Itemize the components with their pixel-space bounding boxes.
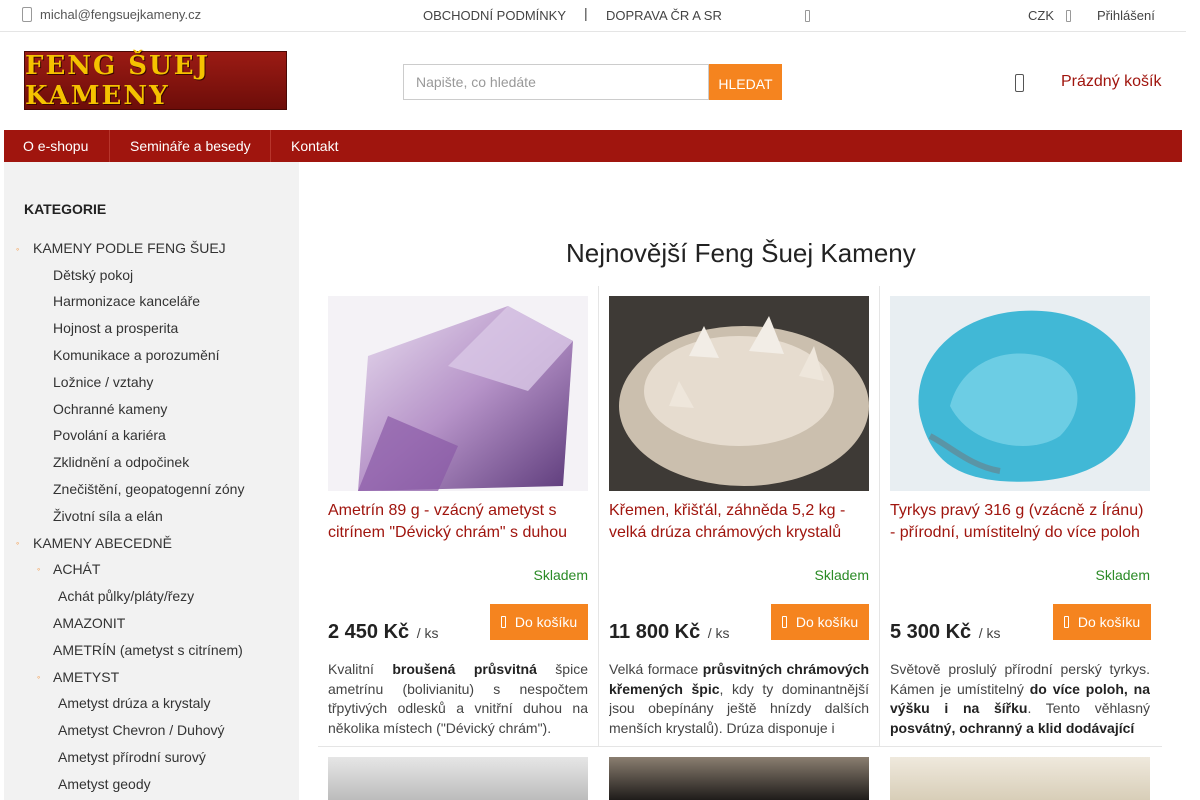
cart-icon — [781, 616, 787, 628]
email-text[interactable]: michal@fengsuejkameny.cz — [40, 7, 201, 22]
nav-item-contact[interactable]: Kontakt — [291, 138, 338, 154]
phone-icon — [22, 7, 32, 22]
page-title: Nejnovější Feng Šuej Kameny — [566, 238, 916, 268]
sidebar-item[interactable]: Ametyst Chevron / Duhový — [58, 722, 225, 738]
desc-text: . Tento věhlasný — [1027, 700, 1150, 716]
logo-text: FENG ŠUEJ KAMENY — [25, 50, 210, 111]
price-unit: / ks — [978, 625, 1001, 641]
sidebar-title: KATEGORIE — [24, 201, 107, 217]
search-button[interactable]: HLEDAT — [709, 64, 782, 100]
price-unit: / ks — [707, 625, 730, 641]
product-price: 5 300 Kč / ks — [890, 621, 1001, 644]
sidebar-item[interactable]: AMETRÍN (ametyst s citrínem) — [53, 642, 243, 658]
login-link[interactable]: Přihlášení — [1097, 8, 1155, 23]
nav-divider — [270, 130, 271, 162]
product-description: Kvalitní broušená průsvitná špice ametrí… — [328, 660, 588, 738]
sidebar-item[interactable]: AMETYST — [53, 669, 119, 685]
desc-text: Kvalitní — [328, 661, 393, 677]
bullet-icon: ◦ — [16, 244, 20, 254]
product-name[interactable]: Tyrkys pravý 316 g (vzácně z Íránu) - př… — [890, 500, 1150, 544]
add-to-cart-label: Do košíku — [795, 614, 859, 630]
search-input[interactable] — [403, 64, 709, 100]
product-name[interactable]: Křemen, křišťál, záhněda 5,2 kg - velká … — [609, 500, 869, 544]
add-to-cart-button[interactable]: Do košíku — [771, 604, 869, 640]
bullet-icon: ◦ — [16, 538, 20, 548]
product-image[interactable] — [328, 757, 588, 800]
bullet-icon: ◦ — [37, 672, 41, 682]
currency-selector[interactable]: CZK — [1028, 8, 1054, 23]
nav-divider — [109, 130, 110, 162]
terms-link[interactable]: OBCHODNÍ PODMÍNKY — [423, 8, 566, 23]
stock-status: Skladem — [533, 567, 588, 583]
sidebar-item[interactable]: Povolání a kariéra — [53, 427, 166, 443]
price-value: 11 800 Kč — [609, 621, 701, 643]
sidebar-item-alphabet[interactable]: KAMENY ABECEDNĚ — [33, 535, 172, 551]
sidebar-item[interactable]: Zklidnění a odpočinek — [53, 454, 189, 470]
sidebar-item[interactable]: AMAZONIT — [53, 615, 125, 631]
sidebar-item[interactable]: Životní síla a elán — [53, 508, 163, 524]
product-image[interactable] — [328, 296, 588, 491]
product-description: Velká formace průsvitných chrámových kře… — [609, 660, 869, 738]
sidebar-item[interactable]: Harmonizace kanceláře — [53, 293, 200, 309]
sidebar: KATEGORIE ◦ KAMENY PODLE FENG ŠUEJ Dětsk… — [4, 162, 299, 800]
sidebar-item[interactable]: Dětský pokoj — [53, 267, 133, 283]
bullet-icon: ◦ — [37, 564, 41, 574]
sidebar-item[interactable]: Hojnost a prosperita — [53, 320, 178, 336]
price-value: 5 300 Kč — [890, 621, 972, 643]
sidebar-item[interactable]: Ochranné kameny — [53, 401, 167, 417]
sidebar-item-feng-shui[interactable]: KAMENY PODLE FENG ŠUEJ — [33, 240, 226, 256]
product-image[interactable] — [890, 757, 1150, 800]
nav-item-seminars[interactable]: Semináře a besedy — [130, 138, 251, 154]
sidebar-item[interactable]: Ložnice / vztahy — [53, 374, 153, 390]
desc-text: Velká formace — [609, 661, 703, 677]
price-value: 2 450 Kč — [328, 621, 410, 643]
desc-bold: posvátný, ochranný a klid dodávající — [890, 719, 1135, 736]
cart-icon — [1063, 616, 1069, 628]
sidebar-item[interactable]: Znečištění, geopatogenní zóny — [53, 481, 244, 497]
cart-icon — [500, 616, 506, 628]
chevron-down-icon[interactable] — [1066, 10, 1071, 22]
product-name[interactable]: Ametrín 89 g - vzácný ametyst s citrínem… — [328, 500, 588, 544]
product-card: Ametrín 89 g - vzácný ametyst s citrínem… — [318, 286, 599, 747]
main-nav: O e-shopu Semináře a besedy Kontakt — [4, 130, 1182, 162]
stock-status: Skladem — [814, 567, 869, 583]
product-image[interactable] — [609, 757, 869, 800]
shipping-link[interactable]: DOPRAVA ČR A SR — [606, 8, 722, 23]
cart-icon[interactable] — [1015, 74, 1024, 92]
sidebar-item[interactable]: Ametyst geody — [58, 776, 151, 792]
add-to-cart-button[interactable]: Do košíku — [1053, 604, 1151, 640]
product-image[interactable] — [890, 296, 1150, 491]
add-to-cart-button[interactable]: Do košíku — [490, 604, 588, 640]
product-card: Tyrkys pravý 316 g (vzácně z Íránu) - př… — [880, 286, 1161, 747]
cart-label[interactable]: Prázdný košík — [1061, 73, 1161, 91]
sidebar-item[interactable]: Komunikace a porozumění — [53, 347, 220, 363]
topbar-separator: | — [584, 5, 588, 21]
sidebar-item[interactable]: Ametyst drúza a krystaly — [58, 695, 211, 711]
sidebar-item[interactable]: Achát půlky/pláty/řezy — [58, 588, 194, 604]
site-logo[interactable]: FENG ŠUEJ KAMENY — [24, 50, 287, 111]
top-bar: michal@fengsuejkameny.cz OBCHODNÍ PODMÍN… — [0, 0, 1186, 32]
product-card: Křemen, křišťál, záhněda 5,2 kg - velká … — [599, 286, 880, 747]
nav-item-about[interactable]: O e-shopu — [23, 138, 88, 154]
stock-status: Skladem — [1095, 567, 1150, 583]
sidebar-item[interactable]: Ametyst přírodní surový — [58, 749, 206, 765]
sidebar-item[interactable]: ACHÁT — [53, 561, 100, 577]
desc-bold: broušená průsvitná — [392, 661, 537, 677]
contact-email[interactable]: michal@fengsuejkameny.cz — [22, 7, 201, 22]
product-description: Světově proslulý přírodní perský tyrkys.… — [890, 660, 1150, 738]
price-unit: / ks — [416, 625, 439, 641]
product-image[interactable] — [609, 296, 869, 491]
add-to-cart-label: Do košíku — [1077, 614, 1141, 630]
add-to-cart-label: Do košíku — [514, 614, 578, 630]
more-icon[interactable] — [805, 10, 810, 22]
product-price: 2 450 Kč / ks — [328, 621, 439, 644]
product-price: 11 800 Kč / ks — [609, 621, 730, 644]
